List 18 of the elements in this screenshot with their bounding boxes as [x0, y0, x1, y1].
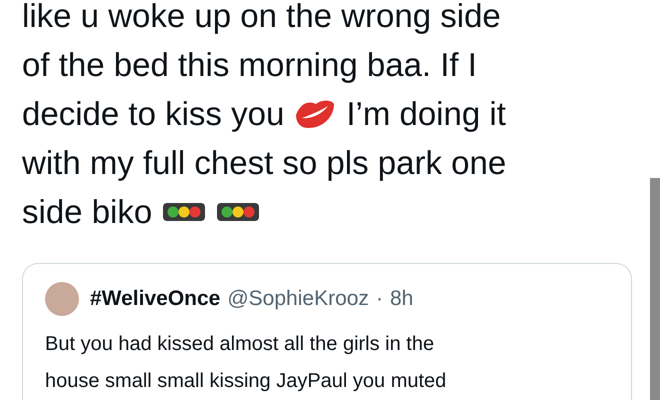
display-name: #WeliveOnce	[90, 287, 220, 311]
tweet-text: side biko	[22, 192, 152, 232]
tweet-text: with my full chest so pls park one	[22, 142, 506, 182]
tweet-text: of the bed this morning baa. If I	[22, 44, 477, 84]
user-handle[interactable]: @SophieKrooz	[227, 287, 369, 311]
quoted-tweet-text: But you had kissed almost all the girls in the	[45, 332, 436, 357]
traffic-light-icon	[216, 202, 260, 222]
avatar	[45, 282, 79, 316]
lips-icon	[294, 98, 336, 130]
scrollbar[interactable]	[650, 178, 660, 400]
tweet-text: like u woke up on the wrong side	[22, 0, 501, 36]
timestamp[interactable]: 8h	[390, 287, 414, 311]
quoted-tweet-card[interactable]: #WeliveOnce @SophieKrooz · 8h But you had kissed almost all the girls in the house small small kissing JayPaul you muted	[22, 263, 632, 400]
tweet-text: I’m doing it	[346, 94, 506, 134]
traffic-light-icon	[162, 202, 206, 222]
separator-dot: ·	[376, 287, 383, 311]
tweet-text: decide to kiss you	[22, 94, 284, 134]
quoted-tweet-text: house small small kissing JayPaul you muted	[45, 369, 448, 394]
